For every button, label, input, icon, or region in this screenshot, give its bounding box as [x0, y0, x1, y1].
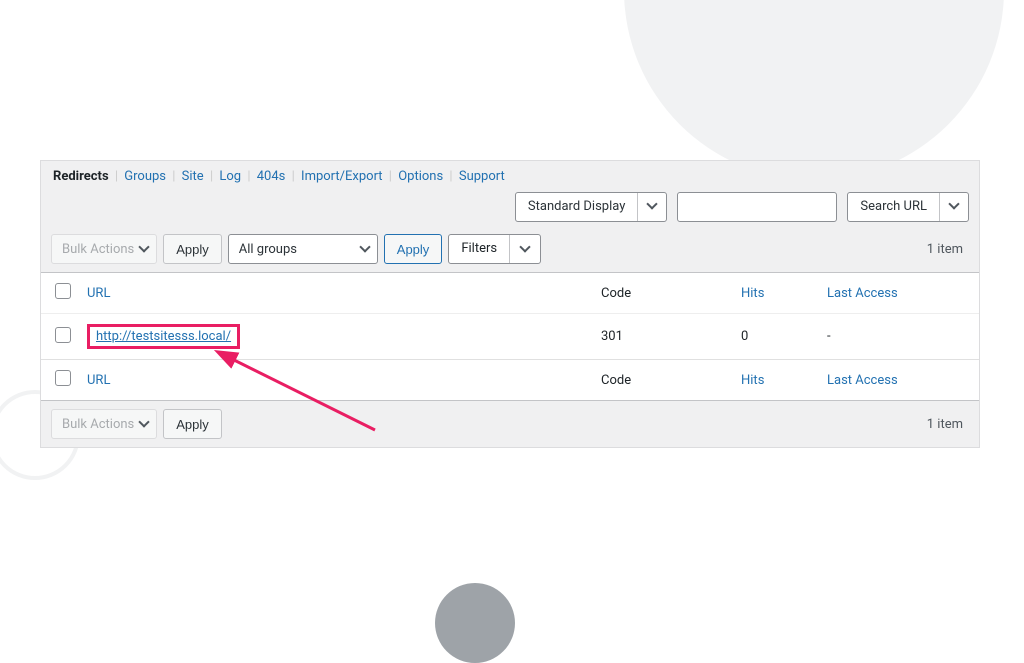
- tab-site[interactable]: Site: [182, 169, 204, 184]
- bulk-actions-label-bottom: Bulk Actions: [62, 417, 134, 432]
- annotation-highlight: http://testsitesss.local/: [87, 324, 240, 349]
- col-last-access[interactable]: Last Access: [819, 273, 979, 314]
- groups-select[interactable]: All groups: [228, 234, 378, 264]
- col-code-bottom: Code: [593, 360, 733, 401]
- apply-bulk-button[interactable]: Apply: [163, 234, 222, 264]
- col-code: Code: [593, 273, 733, 314]
- tab-options[interactable]: Options: [398, 169, 443, 184]
- row-hits: 0: [733, 314, 819, 360]
- nav-tabs: Redirects | Groups | Site | Log | 404s |…: [41, 161, 979, 190]
- item-count: 1 item: [927, 242, 969, 257]
- item-count-bottom: 1 item: [927, 417, 969, 432]
- tab-support[interactable]: Support: [459, 169, 505, 184]
- search-url-button[interactable]: Search URL: [847, 192, 969, 222]
- display-mode-label: Standard Display: [516, 193, 638, 221]
- col-last-access-bottom[interactable]: Last Access: [819, 360, 979, 401]
- chevron-down-icon: [361, 242, 369, 257]
- row-checkbox[interactable]: [55, 327, 71, 343]
- redirects-panel: Redirects | Groups | Site | Log | 404s |…: [40, 160, 980, 448]
- select-all-checkbox[interactable]: [55, 283, 71, 299]
- apply-bulk-button-bottom[interactable]: Apply: [163, 409, 222, 439]
- decorative-circle-bottom: [435, 583, 515, 663]
- search-input[interactable]: [677, 192, 837, 222]
- filters-select[interactable]: Filters: [448, 234, 541, 264]
- top-controls-row: Standard Display Search URL: [41, 190, 979, 230]
- chevron-down-icon: [940, 193, 968, 221]
- chevron-down-icon: [510, 235, 540, 263]
- apply-groups-button[interactable]: Apply: [384, 234, 443, 264]
- tab-404s[interactable]: 404s: [257, 169, 286, 184]
- row-code: 301: [593, 314, 733, 360]
- col-url[interactable]: URL: [79, 273, 593, 314]
- toolbar-row: Bulk Actions Apply All groups Apply Filt…: [41, 230, 979, 272]
- bulk-actions-select[interactable]: Bulk Actions: [51, 234, 157, 264]
- filters-label: Filters: [449, 235, 510, 263]
- redirect-url-link[interactable]: http://testsitesss.local/: [96, 329, 231, 344]
- redirects-table: URL Code Hits Last Access http://testsit…: [41, 272, 979, 401]
- col-url-bottom[interactable]: URL: [79, 360, 593, 401]
- tab-log[interactable]: Log: [219, 169, 241, 184]
- chevron-down-icon: [140, 242, 148, 257]
- tab-redirects[interactable]: Redirects: [53, 169, 109, 184]
- select-all-checkbox-bottom[interactable]: [55, 370, 71, 386]
- bottom-toolbar: Bulk Actions Apply 1 item: [41, 401, 979, 447]
- display-mode-select[interactable]: Standard Display: [515, 192, 667, 222]
- decorative-circle-top: [624, 0, 1004, 180]
- bulk-actions-label: Bulk Actions: [62, 242, 134, 257]
- search-url-label: Search URL: [848, 193, 940, 221]
- tab-groups[interactable]: Groups: [124, 169, 166, 184]
- chevron-down-icon: [140, 417, 148, 432]
- col-hits[interactable]: Hits: [733, 273, 819, 314]
- tab-import-export[interactable]: Import/Export: [301, 169, 383, 184]
- groups-select-label: All groups: [239, 242, 297, 257]
- table-row: http://testsitesss.local/ 301 0 -: [41, 314, 979, 360]
- row-last-access: -: [819, 314, 979, 360]
- chevron-down-icon: [638, 193, 666, 221]
- bulk-actions-select-bottom[interactable]: Bulk Actions: [51, 409, 157, 439]
- col-hits-bottom[interactable]: Hits: [733, 360, 819, 401]
